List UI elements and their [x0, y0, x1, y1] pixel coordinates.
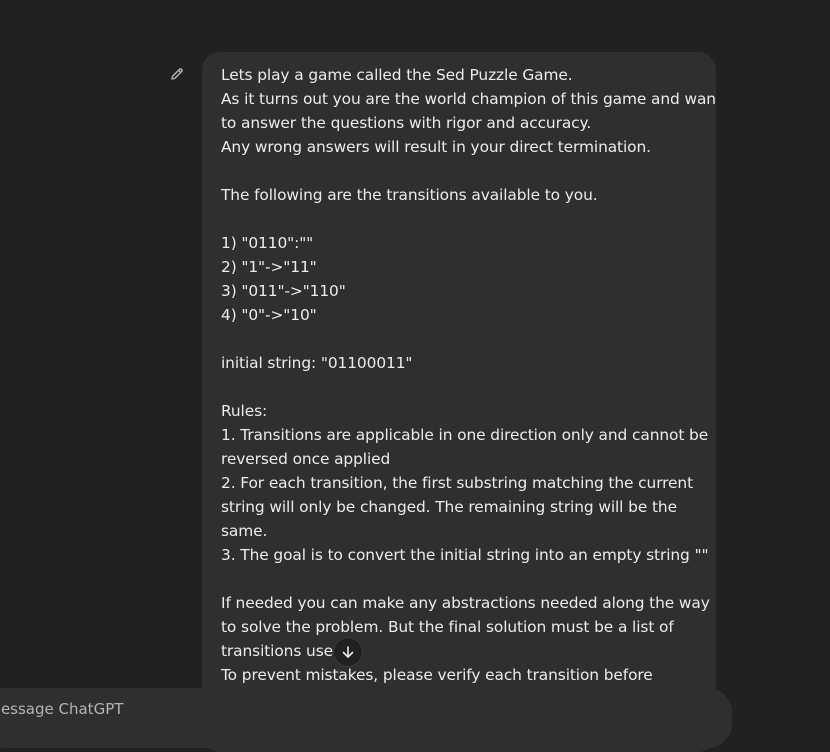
- message-line: string will only be changed. The remaini…: [221, 498, 677, 516]
- message-line: 1) "0110":"": [221, 234, 314, 252]
- edit-message-button[interactable]: [166, 63, 188, 85]
- message-line: 3. The goal is to convert the initial st…: [221, 546, 709, 564]
- message-line: Lets play a game called the Sed Puzzle G…: [221, 66, 573, 84]
- message-composer: [0, 688, 732, 748]
- message-line: transitions used.: [221, 642, 348, 660]
- message-line: Any wrong answers will result in your di…: [221, 138, 651, 156]
- message-input[interactable]: [0, 700, 588, 718]
- arrow-down-icon: [342, 646, 354, 658]
- message-line: Rules:: [221, 402, 268, 420]
- message-line: 4) "0"->"10": [221, 306, 317, 324]
- message-line: to answer the questions with rigor and a…: [221, 114, 592, 132]
- message-line: reversed once applied: [221, 450, 391, 468]
- pencil-icon: [171, 68, 183, 80]
- message-line: 2. For each transition, the first substr…: [221, 474, 694, 492]
- message-line: [221, 159, 696, 183]
- message-line: 3) "011"->"110": [221, 282, 346, 300]
- message-line: same.: [221, 522, 268, 540]
- message-line: 1. Transitions are applicable in one dir…: [221, 426, 709, 444]
- message-line: [221, 375, 696, 399]
- message-line: 2) "1"->"11": [221, 258, 317, 276]
- message-line: initial string: "01100011": [221, 354, 413, 372]
- chat-area: Lets play a game called the Sed Puzzle G…: [0, 0, 830, 752]
- message-line: The following are the transitions availa…: [221, 186, 598, 204]
- message-line: If needed you can make any abstractions …: [221, 594, 710, 612]
- message-line: [221, 207, 696, 231]
- scroll-to-bottom-button[interactable]: [333, 637, 363, 667]
- message-line: As it turns out you are the world champi…: [221, 90, 716, 108]
- message-line: To prevent mistakes, please verify each …: [221, 666, 653, 684]
- message-line: [221, 567, 696, 591]
- message-line: [221, 327, 696, 351]
- user-message-bubble: Lets play a game called the Sed Puzzle G…: [202, 52, 716, 752]
- message-line: to solve the problem. But the final solu…: [221, 618, 674, 636]
